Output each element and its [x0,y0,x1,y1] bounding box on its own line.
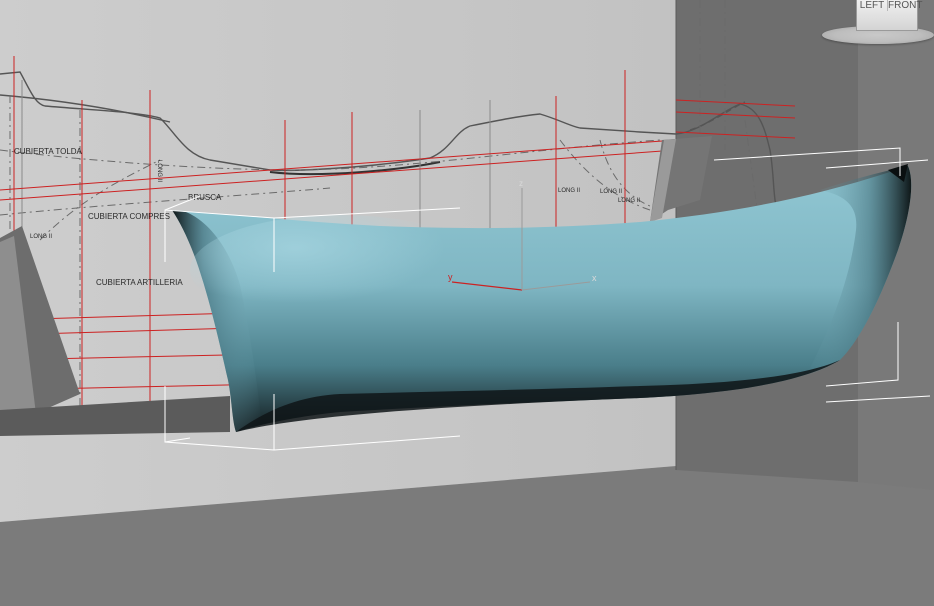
label-long-a: LONG II [30,234,52,240]
viewport-scene[interactable]: CUBIERTA TOLDA CUBIERTA COMPRES CUBIERTA… [0,0,934,606]
label-cubierta-artilleria: CUBIERTA ARTILLERIA [96,278,183,287]
viewcube-cube[interactable]: LEFT FRONT [856,0,922,31]
viewcube[interactable]: LEFT FRONT [822,0,934,48]
label-cubierta-tolda: CUBIERTA TOLDA [14,147,83,156]
label-long-b: LONG II [558,188,580,194]
label-long-c: LONG II [600,189,622,195]
gizmo-label-z: z [519,179,523,188]
label-brusca: BRUSCA [188,193,222,202]
label-vertical: LONG II [156,160,162,182]
gizmo-label-x: x [592,273,597,283]
hull-highlight [190,215,490,325]
label-long-d: LONG II [618,198,640,204]
viewcube-face-front[interactable]: FRONT [887,0,922,11]
viewcube-face-left[interactable]: LEFT [857,0,887,11]
gizmo-label-y: y [448,272,453,282]
label-cubierta-compres: CUBIERTA COMPRES [88,212,170,221]
3d-viewport[interactable]: CUBIERTA TOLDA CUBIERTA COMPRES CUBIERTA… [0,0,934,606]
